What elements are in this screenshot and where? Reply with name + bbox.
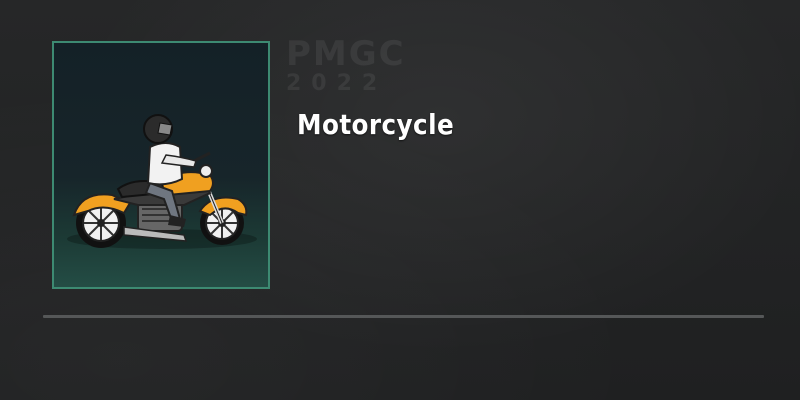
item-card[interactable]	[52, 41, 270, 289]
watermark-line1: PMGC	[286, 34, 406, 74]
watermark-logo: PMGC 2022	[286, 36, 406, 96]
item-name-label: Motorcycle	[297, 108, 455, 141]
watermark-line2: 2022	[286, 71, 388, 96]
motorcycle-rider-icon	[67, 114, 257, 249]
divider	[43, 315, 764, 318]
